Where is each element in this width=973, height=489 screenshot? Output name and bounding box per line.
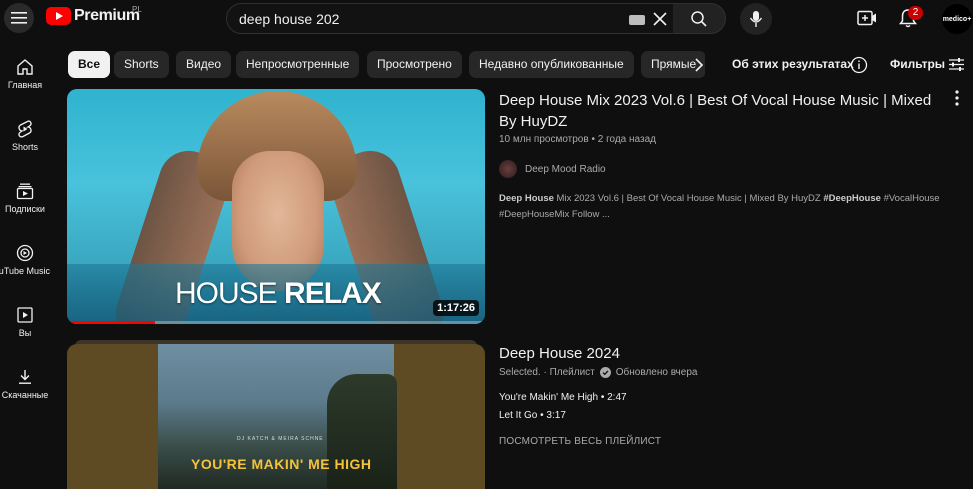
channel-name[interactable]: Deep Mood Radio [525,164,606,175]
sidebar-item-you[interactable]: Вы [0,298,50,348]
sidebar-item-home[interactable]: Главная [0,50,50,100]
meta-separator: · [540,367,550,378]
subscriptions-icon [16,183,34,200]
chip-all[interactable]: Все [68,51,111,78]
chevron-right-icon[interactable] [690,56,708,74]
sliders-icon[interactable] [948,56,965,73]
sidebar-item-subscriptions[interactable]: Подписки [0,174,50,224]
thumbnail-overlay-text: HOUSE RELAX [175,277,382,311]
avatar[interactable]: medico+ [942,4,972,34]
sidebar-item-shorts[interactable]: Shorts [0,112,50,162]
cover-credit-text: DJ KATCH & MEIRA SCHNE [237,436,324,442]
brand-name: Premium [74,7,140,24]
sidebar-item-label: YouTube Music [0,266,50,276]
create-button[interactable] [856,7,878,29]
video-description: Deep House Mix 2023 Vol.6 | Best Of Voca… [499,191,969,223]
chip-videos[interactable]: Видео [176,51,232,78]
verified-check-icon [599,367,611,378]
search-icon [691,10,707,27]
chip-shorts[interactable]: Shorts [114,51,169,78]
search-button[interactable] [673,3,726,34]
thumbnail-text-bold: RELAX [284,277,382,310]
playlist-thumbnail[interactable]: DJ KATCH & MEIRA SCHNE YOU'RE MAKIN' ME … [67,340,485,489]
search-box [226,3,674,34]
cover-title-text: YOU'RE MAKIN' ME HIGH [191,456,372,472]
youtube-premium-logo[interactable]: Premium PL [46,5,142,25]
search-input[interactable] [239,9,609,29]
video-meta: 10 млн просмотров • 2 года назад [499,134,656,145]
playlist-cover: DJ KATCH & MEIRA SCHNE YOU'RE MAKIN' ME … [67,344,485,489]
channel-link[interactable]: Deep Mood Radio [499,160,606,178]
video-duration: 1:17:26 [433,300,479,316]
view-full-playlist-link[interactable]: ПОСМОТРЕТЬ ВЕСЬ ПЛЕЙЛИСТ [499,436,661,447]
create-video-icon [857,10,876,26]
chip-recently-uploaded[interactable]: Недавно опубликованные [469,51,634,78]
playlist-updated: Обновлено вчера [615,367,698,378]
watch-progress-fill [67,321,155,324]
desc-highlight: #DeepHouse [823,193,881,204]
sidebar-item-label: Скачанные [1,390,49,400]
keyboard-icon[interactable] [629,15,645,25]
sidebar-item-label: Подписки [5,204,45,214]
thumbnail-text-light: HOUSE [175,277,285,310]
download-icon [19,370,31,384]
info-icon[interactable] [850,56,868,74]
playlist-title[interactable]: Deep House 2024 [499,345,620,362]
top-bar: Premium PL 2 medico+ [0,0,973,38]
microphone-icon [749,11,763,27]
video-title[interactable]: Deep House Mix 2023 Vol.6 | Best Of Voca… [499,90,939,132]
playlist-channel[interactable]: Selected. [499,367,541,378]
shorts-icon [18,120,32,138]
sidebar-item-downloads[interactable]: Скачанные [0,360,50,410]
playlist-track[interactable]: Let It Go • 3:17 [499,410,566,421]
filter-chips: Все Shorts Видео Непросмотренные Просмот… [68,51,705,78]
playlist-track[interactable]: You're Makin' Me High • 2:47 [499,392,627,403]
desc-highlight: Deep House [499,193,554,204]
filters-button[interactable]: Фильтры [890,57,945,71]
playlist-meta: Selected. · Плейлист Обновлено вчера [499,367,697,378]
sidebar-item-youtube-music[interactable]: YouTube Music [0,236,50,286]
clear-search-icon[interactable] [651,10,669,28]
home-icon [17,59,33,75]
channel-avatar[interactable] [499,160,517,178]
library-icon [17,307,33,323]
sidebar-item-label: Вы [18,328,32,338]
sidebar-item-label: Главная [7,80,43,90]
region-code: PL [132,5,142,14]
playlist-type: Плейлист [549,367,595,378]
chip-watched[interactable]: Просмотрено [367,51,462,78]
more-options-icon[interactable] [950,89,964,107]
about-results-link[interactable]: Об этих результатах [732,57,854,71]
desc-text: Mix 2023 Vol.6 | Best Of Vocal House Mus… [553,193,824,204]
sidebar-item-label: Shorts [11,142,38,152]
video-thumbnail[interactable]: HOUSE RELAX 1:17:26 [67,89,485,324]
chip-unwatched[interactable]: Непросмотренные [236,51,360,78]
watch-progress-bar [67,321,485,324]
hamburger-icon [11,12,27,24]
youtube-music-icon [16,244,34,262]
notification-count-badge: 2 [908,6,923,20]
menu-button[interactable] [4,3,34,33]
youtube-play-icon [46,7,71,25]
voice-search-button[interactable] [740,3,772,35]
